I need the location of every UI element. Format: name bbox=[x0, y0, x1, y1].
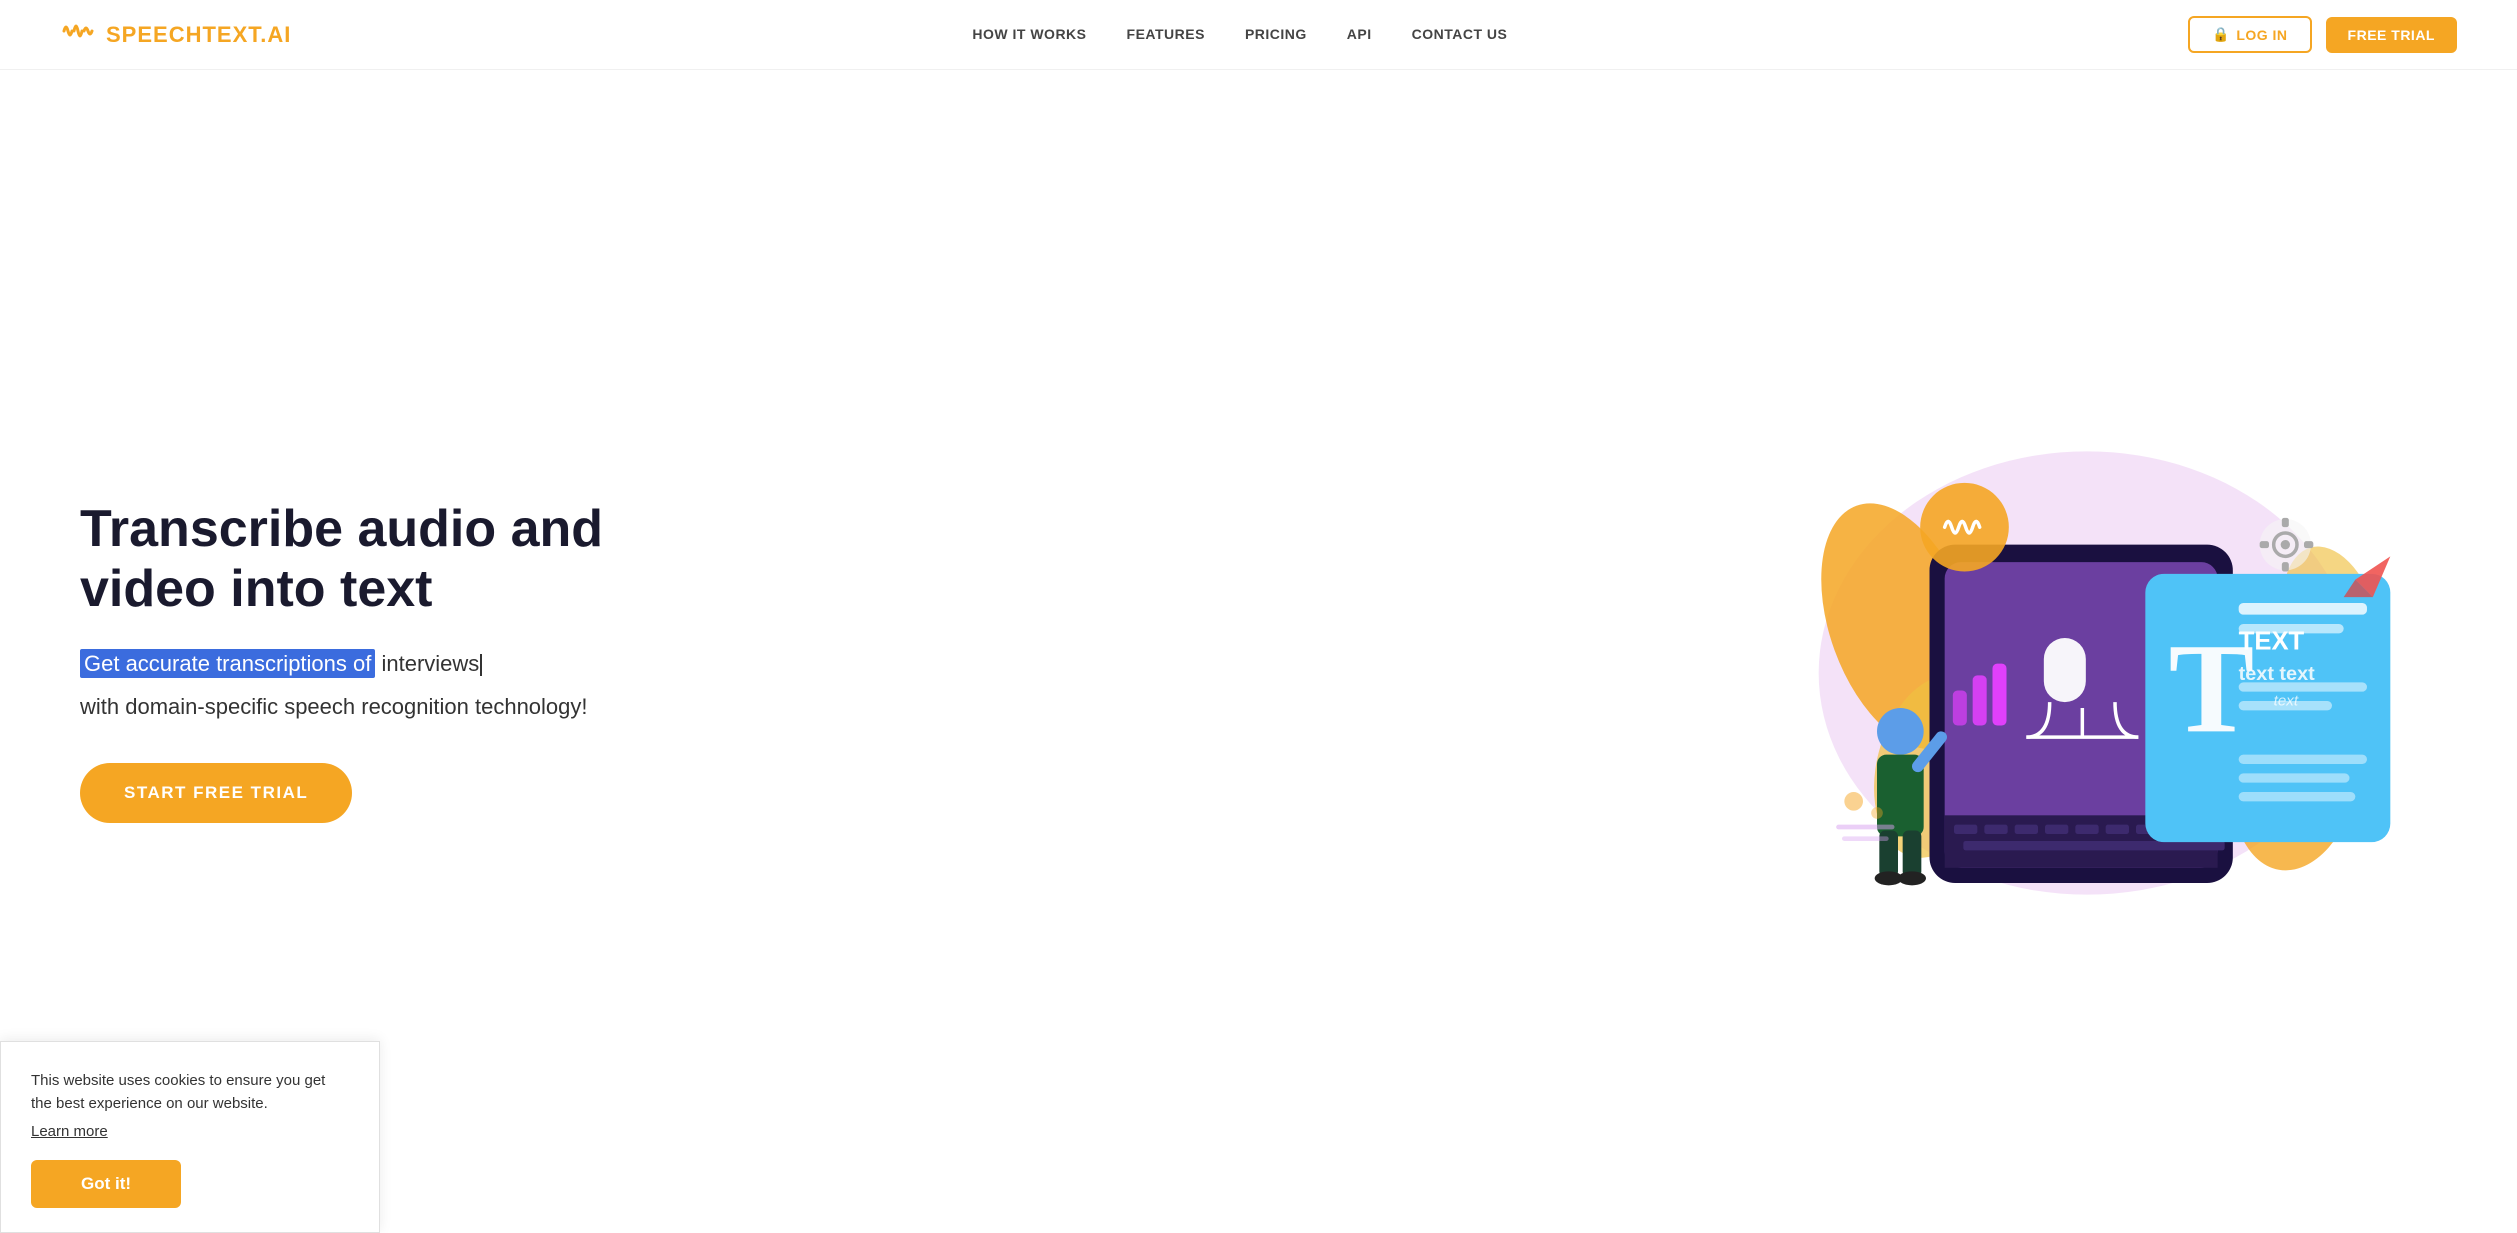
nav-how-it-works[interactable]: HOW IT WORKS bbox=[972, 26, 1086, 42]
hero-highlighted-text: Get accurate transcriptions of bbox=[80, 649, 375, 678]
start-free-trial-button[interactable]: START FREE TRIAL bbox=[80, 763, 352, 823]
nav-pricing[interactable]: PRICING bbox=[1245, 26, 1307, 42]
nav-links: HOW IT WORKS FEATURES PRICING API CONTAC… bbox=[972, 26, 1507, 44]
hero-illustration: T TEXT text text text bbox=[1737, 393, 2437, 930]
logo-text: SPEECHTEXT.AI bbox=[106, 22, 291, 48]
svg-text:text text: text text bbox=[2239, 663, 2315, 685]
cookie-learn-more-link[interactable]: Learn more bbox=[31, 1123, 108, 1140]
hero-title: Transcribe audio and video into text bbox=[80, 500, 680, 620]
hero-typed-text: interviews bbox=[381, 651, 482, 676]
svg-text:TEXT: TEXT bbox=[2239, 628, 2305, 656]
lock-icon: 🔒 bbox=[2212, 26, 2230, 43]
text-cursor bbox=[480, 654, 482, 676]
nav-features[interactable]: FEATURES bbox=[1127, 26, 1205, 42]
cookie-text: This website uses cookies to ensure you … bbox=[31, 1070, 349, 1115]
nav-actions: 🔒 LOG IN FREE TRIAL bbox=[2188, 16, 2457, 53]
navbar: SPEECHTEXT.AI HOW IT WORKS FEATURES PRIC… bbox=[0, 0, 2517, 70]
nav-api[interactable]: API bbox=[1347, 26, 1372, 42]
free-trial-nav-button[interactable]: FREE TRIAL bbox=[2326, 17, 2457, 53]
login-button[interactable]: 🔒 LOG IN bbox=[2188, 16, 2311, 53]
hero-content: Transcribe audio and video into text Get… bbox=[80, 500, 680, 824]
nav-contact-us[interactable]: CONTACT US bbox=[1412, 26, 1508, 42]
logo-waves-icon bbox=[60, 13, 96, 56]
logo-link[interactable]: SPEECHTEXT.AI bbox=[60, 13, 291, 56]
hero-subtitle: Get accurate transcriptions of interview… bbox=[80, 647, 680, 680]
cookie-got-it-button[interactable]: Got it! bbox=[31, 1160, 181, 1208]
svg-text:text: text bbox=[2274, 693, 2299, 710]
hero-illustration-svg: T TEXT text text text bbox=[1737, 393, 2437, 930]
hero-subtitle2: with domain-specific speech recognition … bbox=[80, 690, 680, 723]
cookie-banner: This website uses cookies to ensure you … bbox=[0, 1041, 380, 1233]
